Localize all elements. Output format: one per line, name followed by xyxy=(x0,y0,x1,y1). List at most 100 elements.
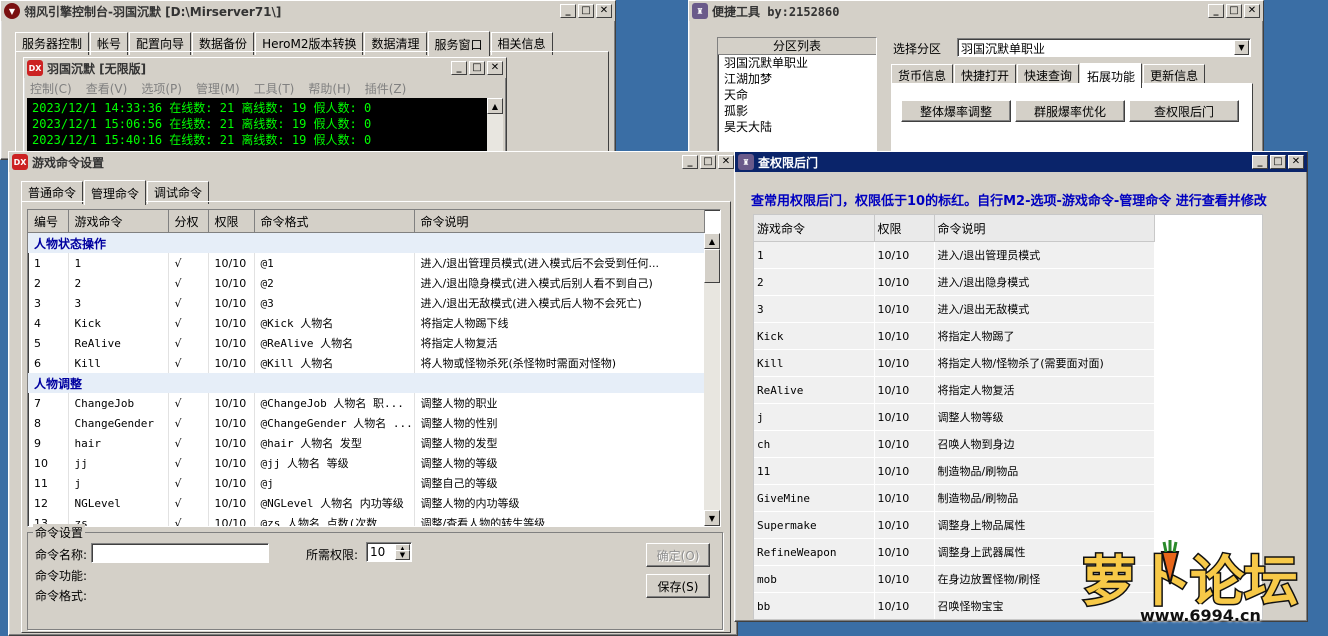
scroll-thumb[interactable] xyxy=(704,249,720,283)
log-line: 2023/12/1 15:06:56 在线数: 21 离线数: 19 假人数: … xyxy=(32,117,372,131)
maximize-button[interactable]: □ xyxy=(1226,4,1242,18)
cell-description: 将指定人物/怪物杀了(需要面对面) xyxy=(934,349,1154,377)
menu-view[interactable]: 查看(V) xyxy=(86,80,128,97)
tab-admin-commands[interactable]: 管理命令 xyxy=(84,180,147,205)
table-row[interactable]: 5 ReAlive √ 10/10 @ReAlive 人物名 将指定人物复活 xyxy=(28,333,705,353)
table-row[interactable]: 3 3 √ 10/10 @3 进入/退出无敌模式(进入模式后人物不会死亡) xyxy=(28,293,705,313)
tab-service-window[interactable]: 服务窗口 xyxy=(427,31,490,56)
col-number[interactable]: 编号 xyxy=(28,210,69,233)
server-window-titlebar[interactable]: DX 羽国沉默 [无限版] _ □ ✕ xyxy=(24,58,506,78)
close-button[interactable]: ✕ xyxy=(718,155,734,169)
col-command[interactable]: 游戏命令 xyxy=(754,215,875,242)
cell-number: 9 xyxy=(28,433,69,453)
tools-window: ♜ 便捷工具 by:2152860 _ □ ✕ 分区列表 羽国沉默单职业 江湖加… xyxy=(688,0,1264,160)
partition-item[interactable]: 孤影 xyxy=(718,103,876,119)
col-description[interactable]: 命令说明 xyxy=(414,210,705,233)
partition-item[interactable]: 羽国沉默单职业 xyxy=(718,55,876,71)
partition-item[interactable]: 昊天大陆 xyxy=(718,119,876,135)
table-row[interactable]: Kick 10/10 将指定人物踢了 xyxy=(754,322,1154,350)
table-row[interactable]: 11 j √ 10/10 @j 调整自己的等级 xyxy=(28,473,705,493)
table-row[interactable]: 2 10/10 进入/退出隐身模式 xyxy=(754,268,1154,296)
table-row[interactable]: 7 ChangeJob √ 10/10 @ChangeJob 人物名 职... 调整人物的… xyxy=(28,393,705,413)
select-partition-label: 选择分区 xyxy=(893,42,942,56)
close-button[interactable]: ✕ xyxy=(596,4,612,18)
table-row[interactable]: 2 2 √ 10/10 @2 进入/退出隐身模式(进入模式后别人看不到自己) xyxy=(28,273,705,293)
table-row[interactable]: 3 10/10 进入/退出无敌模式 xyxy=(754,295,1154,323)
partition-select[interactable]: 羽国沉默单职业 ▼ xyxy=(957,38,1251,57)
table-row[interactable]: ch 10/10 召唤人物到身边 xyxy=(754,430,1154,458)
col-delegate[interactable]: 分权 xyxy=(168,210,209,233)
cell-permission: 10/10 xyxy=(208,493,255,513)
tools-titlebar[interactable]: ♜ 便捷工具 by:2152860 _ □ ✕ xyxy=(689,1,1263,21)
group-drop-rate-button[interactable]: 群服爆率优化 xyxy=(1015,100,1125,122)
engine-titlebar[interactable]: ▼ 翎风引擎控制台-羽国沉默 [D:\Mirserver71\] _ □ ✕ xyxy=(1,1,615,21)
table-row[interactable]: 11 10/10 制造物品/刷物品 xyxy=(754,457,1154,485)
maximize-button[interactable]: □ xyxy=(469,61,485,75)
menu-plugins[interactable]: 插件(Z) xyxy=(365,80,407,97)
menu-control[interactable]: 控制(C) xyxy=(30,80,72,97)
maximize-button[interactable]: □ xyxy=(578,4,594,18)
overall-drop-rate-button[interactable]: 整体爆率调整 xyxy=(901,100,1011,122)
cmd-table-scrollbar[interactable]: ▲ ▼ xyxy=(704,233,720,526)
minimize-button[interactable]: _ xyxy=(1208,4,1224,18)
close-button[interactable]: ✕ xyxy=(1244,4,1260,18)
engine-title: 翎风引擎控制台-羽国沉默 [D:\Mirserver71\] xyxy=(24,4,282,19)
minimize-button[interactable]: _ xyxy=(682,155,698,169)
confirm-button[interactable]: 确定(O) xyxy=(646,543,710,567)
stepper-down-icon[interactable]: ▼ xyxy=(395,550,410,560)
table-row[interactable]: 4 Kick √ 10/10 @Kick 人物名 将指定人物踢下线 xyxy=(28,313,705,333)
scroll-up-icon[interactable]: ▲ xyxy=(704,233,720,249)
check-backdoor-button[interactable]: 查权限后门 xyxy=(1129,100,1239,122)
permission-value: 10 xyxy=(370,545,386,559)
table-row[interactable]: 9 hair √ 10/10 @hair 人物名 发型 调整人物的发型 xyxy=(28,433,705,453)
cell-description: 调整人物等级 xyxy=(934,403,1154,431)
save-button[interactable]: 保存(S) xyxy=(646,574,710,598)
partition-item[interactable]: 天命 xyxy=(718,87,876,103)
maximize-button[interactable]: □ xyxy=(700,155,716,169)
cmd-group-row[interactable]: 人物状态操作 xyxy=(28,232,704,253)
col-format[interactable]: 命令格式 xyxy=(254,210,415,233)
scroll-down-icon[interactable]: ▼ xyxy=(704,510,720,526)
table-row[interactable]: 10 jj √ 10/10 @jj 人物名 等级 调整人物的等级 xyxy=(28,453,705,473)
partition-list[interactable]: 分区列表 羽国沉默单职业 江湖加梦 天命 孤影 昊天大陆 xyxy=(717,37,877,159)
cmd-titlebar[interactable]: DX 游戏命令设置 _ □ ✕ xyxy=(9,152,737,172)
table-row[interactable]: 1 1 √ 10/10 @1 进入/退出管理员模式(进入模式后不会受到任何... xyxy=(28,253,705,273)
cell-command: jj xyxy=(68,453,169,473)
cell-description: 调整自己的等级 xyxy=(414,473,705,493)
backdoor-titlebar[interactable]: ♜ 查权限后门 _ □ ✕ xyxy=(735,152,1307,172)
cmd-group-row[interactable]: 人物调整 xyxy=(28,373,704,393)
table-row[interactable]: j 10/10 调整人物等级 xyxy=(754,403,1154,431)
col-permission[interactable]: 权限 xyxy=(874,215,935,242)
maximize-button[interactable]: □ xyxy=(1270,155,1286,169)
partition-item[interactable]: 江湖加梦 xyxy=(718,71,876,87)
table-row[interactable]: Kill 10/10 将指定人物/怪物杀了(需要面对面) xyxy=(754,349,1154,377)
close-button[interactable]: ✕ xyxy=(1288,155,1304,169)
col-permission[interactable]: 权限 xyxy=(208,210,255,233)
table-row[interactable]: 1 10/10 进入/退出管理员模式 xyxy=(754,241,1154,269)
minimize-button[interactable]: _ xyxy=(451,61,467,75)
tab-extensions[interactable]: 拓展功能 xyxy=(1080,63,1143,88)
cmd-name-input[interactable] xyxy=(91,543,269,563)
table-row[interactable]: 12 NGLevel √ 10/10 @NGLevel 人物名 内功等级 调整人物的内功等… xyxy=(28,493,705,513)
chevron-down-icon[interactable]: ▼ xyxy=(1234,40,1249,55)
col-description[interactable]: 命令说明 xyxy=(934,215,1155,242)
menu-help[interactable]: 帮助(H) xyxy=(308,80,350,97)
col-command[interactable]: 游戏命令 xyxy=(68,210,169,233)
cell-number: 11 xyxy=(28,473,69,493)
minimize-button[interactable]: _ xyxy=(1252,155,1268,169)
table-row[interactable]: Supermake 10/10 调整身上物品属性 xyxy=(754,511,1154,539)
menu-tools[interactable]: 工具(T) xyxy=(254,80,295,97)
menu-manage[interactable]: 管理(M) xyxy=(196,80,240,97)
menu-options[interactable]: 选项(P) xyxy=(141,80,182,97)
scroll-up-icon[interactable]: ▲ xyxy=(487,98,503,114)
table-row[interactable]: 6 Kill √ 10/10 @Kill 人物名 将人物或怪物杀死(杀怪物时需面对怪物) xyxy=(28,353,705,373)
table-row[interactable]: ReAlive 10/10 将指定人物复活 xyxy=(754,376,1154,404)
cell-description: 调整人物的职业 xyxy=(414,393,705,413)
table-row[interactable]: 13 zs √ 10/10 @zs 人物名 点数(次数 调整/查看人物的转生等级 xyxy=(28,513,705,526)
permission-stepper[interactable]: 10 ▲ ▼ xyxy=(366,542,412,562)
cell-permission: 10/10 xyxy=(208,393,255,413)
table-row[interactable]: GiveMine 10/10 制造物品/刷物品 xyxy=(754,484,1154,512)
minimize-button[interactable]: _ xyxy=(560,4,576,18)
table-row[interactable]: 8 ChangeGender √ 10/10 @ChangeGender 人物名 ...… xyxy=(28,413,705,433)
close-button[interactable]: ✕ xyxy=(487,61,503,75)
